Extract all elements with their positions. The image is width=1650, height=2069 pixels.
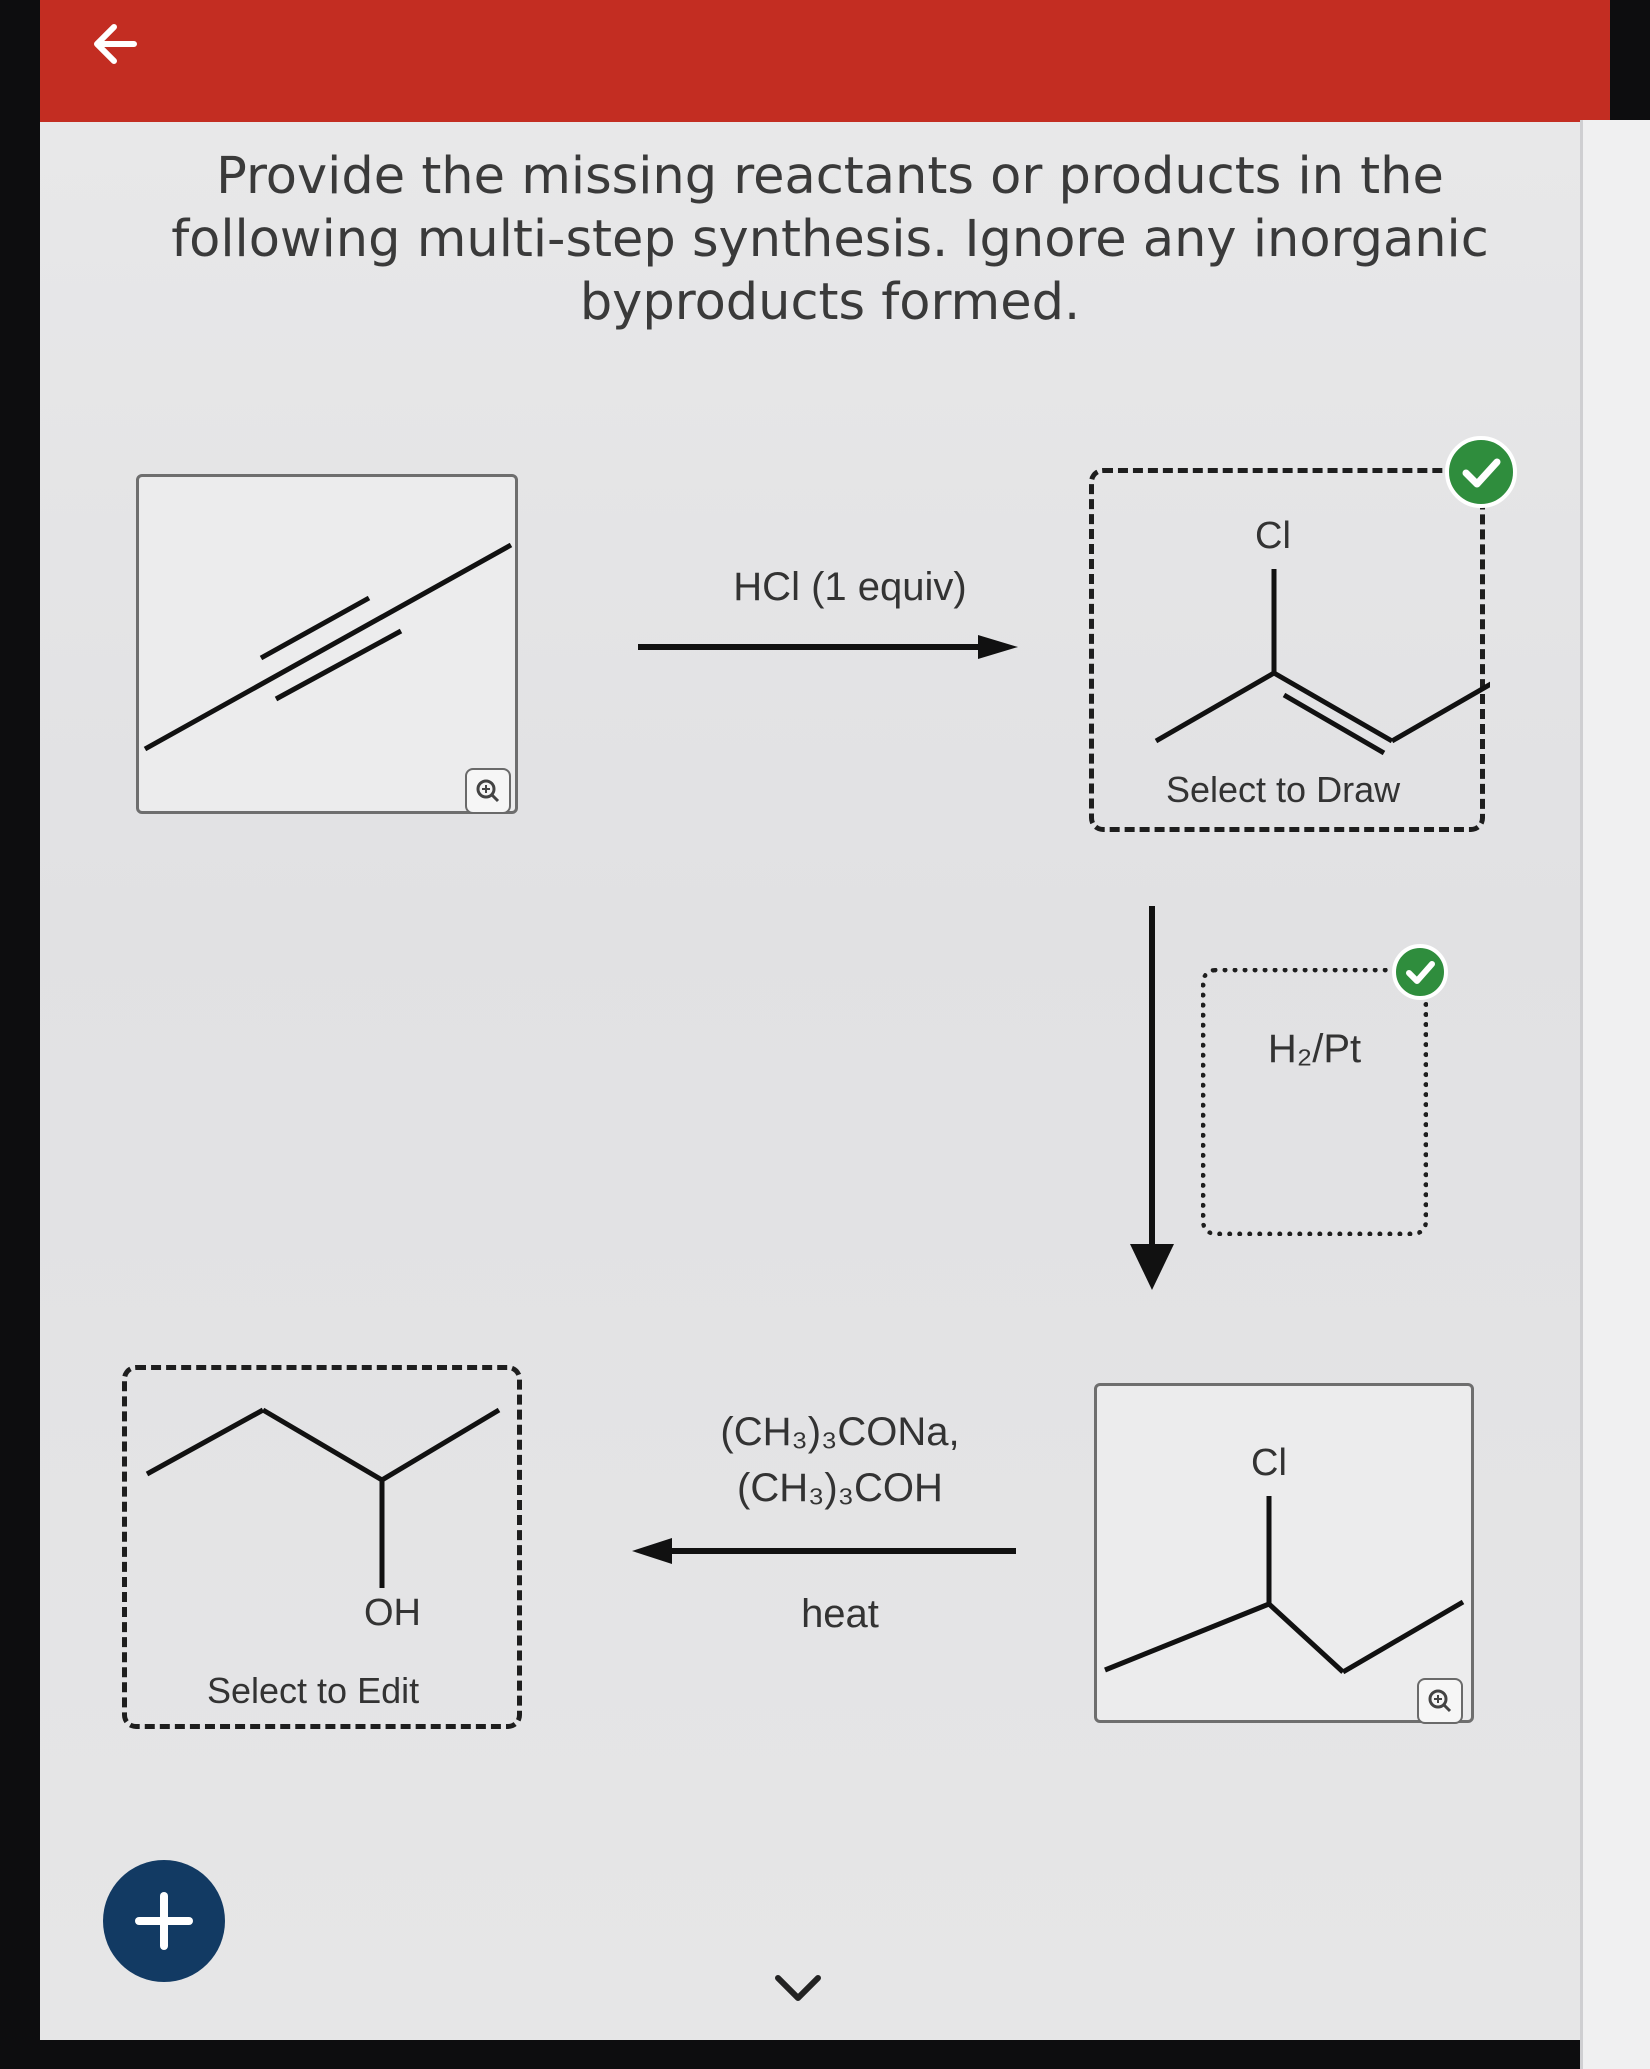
product1-drawing-area[interactable]: Cl Select to Draw: [1089, 468, 1490, 832]
step3-condition: heat: [801, 1592, 879, 1636]
step2-reagent: H₂/Pt: [1267, 1027, 1362, 1071]
correct-badge: [1445, 436, 1517, 508]
reaction-arrow-down: [1130, 906, 1174, 1290]
product3-drawing-area[interactable]: OH Select to Edit: [122, 1365, 522, 1729]
step2-reagent-box[interactable]: H₂/Pt: [1201, 968, 1428, 1236]
chlorine-label: Cl: [1251, 1442, 1287, 1484]
chloroalkane-structure: [1104, 1496, 1465, 1675]
correct-badge: [1392, 944, 1448, 1000]
step3-reagent-line2: (CH₃)₃COH: [737, 1466, 943, 1510]
question-text: Provide the missing reactants or product…: [171, 147, 1489, 332]
magnifier-icon: [476, 779, 500, 803]
right-edge-panel: [1580, 120, 1650, 2069]
select-to-edit-label: Select to Edit: [207, 1670, 420, 1711]
checkmark-icon: [1462, 458, 1501, 488]
chlorine-label: Cl: [1255, 515, 1291, 557]
header-bar: [40, 0, 1610, 122]
step3-reagent-line1: (CH₃)₃CONa,: [720, 1410, 960, 1454]
back-button[interactable]: [86, 14, 146, 74]
checkmark-icon: [1406, 961, 1435, 984]
scroll-down-button[interactable]: [768, 1966, 828, 2012]
reaction-arrow-right: [638, 635, 1018, 659]
arrow-left-icon: [94, 24, 137, 64]
zoom-button[interactable]: [465, 768, 511, 814]
add-button[interactable]: [103, 1860, 225, 1982]
zoom-button[interactable]: [1417, 1678, 1463, 1724]
reaction-arrow-left: [632, 1538, 1016, 1564]
chevron-down-icon: [775, 1975, 821, 2001]
starting-material-box[interactable]: [136, 474, 518, 814]
step1-reagent: HCl (1 equiv): [733, 565, 967, 609]
select-to-draw-label: Select to Draw: [1166, 769, 1401, 810]
app-screen: Provide the missing reactants or product…: [40, 0, 1610, 2040]
alkyne-structure: [143, 542, 513, 752]
product2-box[interactable]: Cl: [1094, 1383, 1474, 1724]
hydroxyl-label: OH: [364, 1592, 421, 1634]
magnifier-icon: [1428, 1689, 1452, 1713]
plus-icon: [135, 1892, 193, 1950]
